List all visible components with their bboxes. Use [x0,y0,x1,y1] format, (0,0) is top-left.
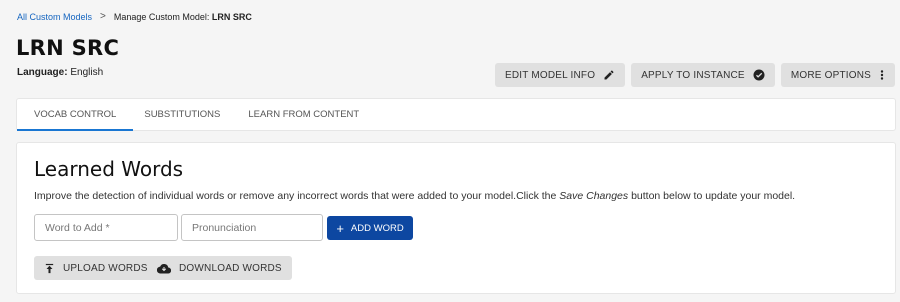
check-circle-icon [753,69,765,81]
tab-learn-from-content[interactable]: LEARN FROM CONTENT [231,99,376,130]
add-word-label: ADD WORD [350,222,404,234]
pronunciation-input[interactable] [181,214,323,241]
apply-to-instance-label: APPLY TO INSTANCE [641,69,745,81]
description-emphasis: Save Changes [559,190,629,202]
more-options-label: MORE OPTIONS [790,69,871,81]
language-value: English [67,67,104,78]
language-label: Language: [17,67,68,78]
model-language: Language: English [17,67,103,78]
tab-substitutions[interactable]: SUBSTITUTIONS [127,99,237,130]
header-actions: EDIT MODEL INFO APPLY TO INSTANCE MORE O… [494,63,895,87]
cloud-download-icon [157,263,171,274]
upload-words-button[interactable]: UPLOAD WORDS [34,256,158,280]
pencil-icon [604,70,614,80]
edit-model-info-label: EDIT MODEL INFO [504,69,596,81]
word-to-add-input[interactable] [34,214,178,241]
page-title: LRN SRC [16,36,120,60]
breadcrumb-current-name: LRN SRC [211,11,252,22]
breadcrumb-current-prefix: Manage Custom Model: [113,11,212,22]
breadcrumb-separator: > [100,11,106,22]
breadcrumb-current: Manage Custom Model: LRN SRC [114,12,252,22]
learned-words-card: Learned Words Improve the detection of i… [16,142,896,294]
breadcrumb-link-all-custom-models[interactable]: All Custom Models [17,12,92,22]
download-words-label: DOWNLOAD WORDS [179,262,282,274]
add-word-button[interactable]: + ADD WORD [327,216,413,240]
tab-vocab-control[interactable]: VOCAB CONTROL [17,99,134,131]
plus-icon: + [336,220,344,236]
edit-model-info-button[interactable]: EDIT MODEL INFO [494,63,626,87]
breadcrumb: All Custom Models > Manage Custom Model:… [17,11,252,22]
upload-words-label: UPLOAD WORDS [63,262,148,274]
description-text-before: Improve the detection of individual word… [34,190,560,202]
download-words-button[interactable]: DOWNLOAD WORDS [147,256,292,280]
section-description: Improve the detection of individual word… [34,190,795,202]
vertical-dots-icon [880,70,884,80]
tab-bar: VOCAB CONTROL SUBSTITUTIONS LEARN FROM C… [16,98,896,131]
apply-to-instance-button[interactable]: APPLY TO INSTANCE [631,63,775,87]
section-title: Learned Words [34,157,184,181]
description-text-after: button below to update your model. [628,190,796,202]
upload-icon [45,263,54,273]
more-options-button[interactable]: MORE OPTIONS [780,63,895,87]
